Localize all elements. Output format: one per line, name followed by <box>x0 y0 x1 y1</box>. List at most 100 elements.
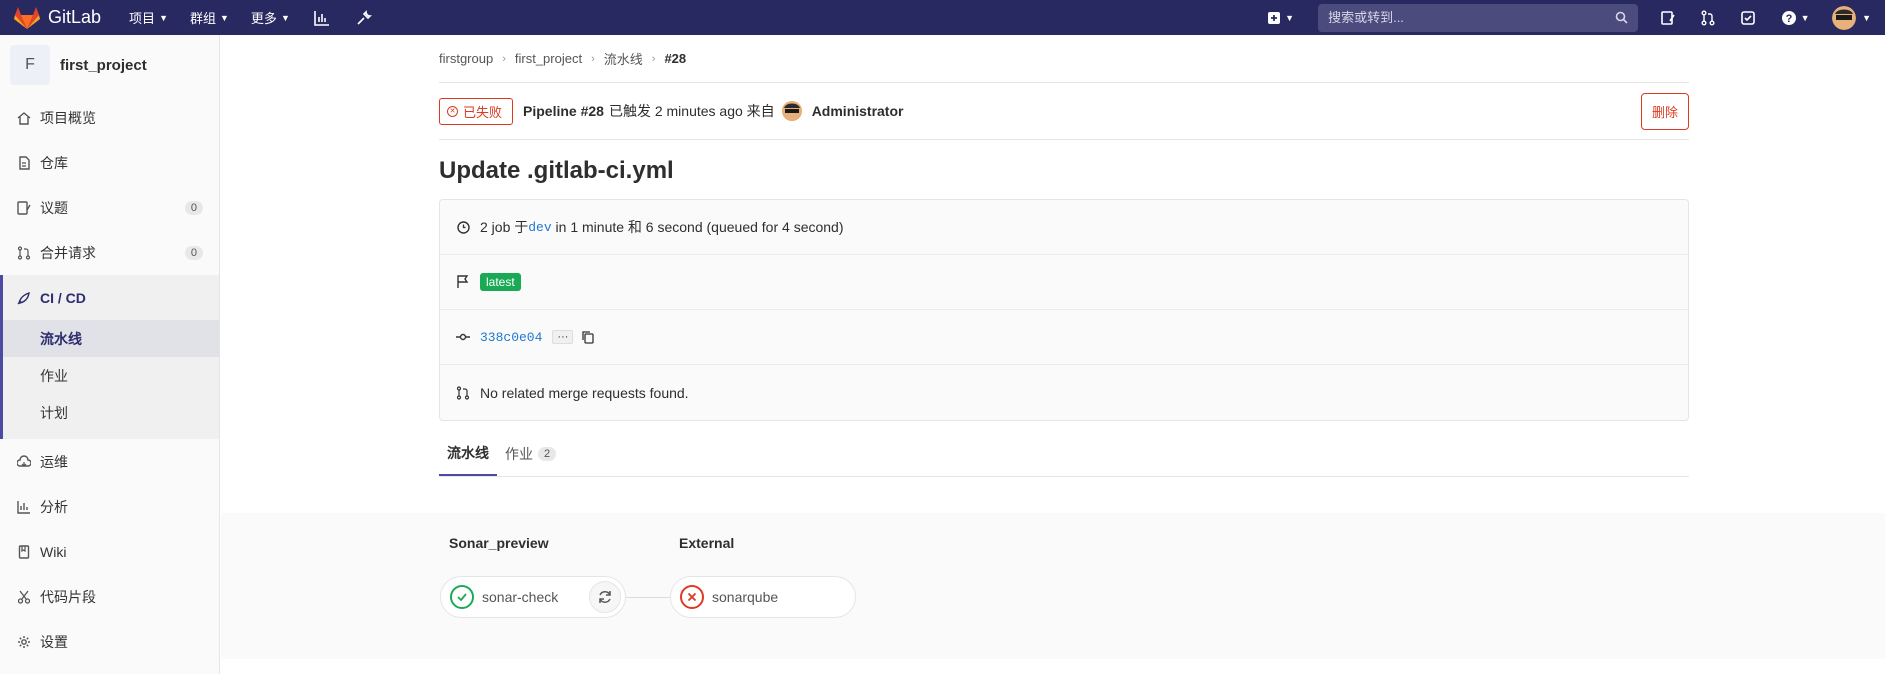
branch-link[interactable]: dev <box>528 220 551 235</box>
chevron-down-icon: ▼ <box>1800 12 1810 23</box>
pipeline-duration-row: 2 job 于 dev in 1 minute 和 6 second (queu… <box>440 200 1688 255</box>
author-name[interactable]: Administrator <box>812 103 904 119</box>
pipeline-title: Pipeline #28 <box>523 103 604 119</box>
nav-groups-label: 群组 <box>189 11 216 26</box>
status-badge[interactable]: ✕ 已失败 <box>439 97 514 125</box>
sidebar-item-label: 分析 <box>40 498 68 515</box>
chevron-right-icon: › <box>651 52 656 65</box>
pipeline-header: ✕ 已失败 Pipeline #28 已触发 2 minutes ago 来自 … <box>439 83 1689 140</box>
gear-icon <box>16 634 32 650</box>
tab-pipeline[interactable]: 流水线 <box>439 431 497 476</box>
job-sonar-check[interactable]: sonar-check <box>440 576 626 618</box>
jobs-suffix: in 1 minute 和 6 second (queued for 4 sec… <box>551 219 844 235</box>
nav-groups[interactable]: 群组 ▼ <box>190 8 229 27</box>
sidebar-subitem-schedules[interactable]: 计划 <box>3 394 219 431</box>
user-avatar[interactable] <box>1832 5 1857 30</box>
copy-icon[interactable] <box>581 330 595 344</box>
project-header[interactable]: F first_project <box>0 35 219 95</box>
commit-sha-link[interactable]: 338c0e04 <box>480 330 542 345</box>
sidebar-item-snippets[interactable]: 代码片段 <box>0 574 219 619</box>
status-label: 已失败 <box>463 104 503 120</box>
nav-more[interactable]: 更多 ▼ <box>251 8 290 27</box>
flag-icon <box>456 275 470 289</box>
pipeline-commit-row: 338c0e04 ··· <box>440 310 1688 365</box>
no-mr-text: No related merge requests found. <box>480 384 689 401</box>
tab-jobs[interactable]: 作业 2 <box>497 431 564 476</box>
sidebar-item-label: 合并请求 <box>40 244 96 261</box>
jobs-count-badge: 2 <box>538 446 557 461</box>
sidebar-item-cicd[interactable]: CI / CD <box>3 275 219 320</box>
search-box[interactable] <box>1318 3 1639 32</box>
breadcrumb-project[interactable]: first_project <box>515 51 582 66</box>
book-icon <box>16 544 32 560</box>
wrench-icon[interactable] <box>354 8 374 28</box>
chevron-right-icon: › <box>502 52 506 65</box>
sidebar-subitem-jobs[interactable]: 作业 <box>3 357 219 394</box>
sidebar-item-operations[interactable]: 运维 <box>0 439 219 484</box>
chevron-down-icon: ▼ <box>280 12 290 23</box>
chart-icon[interactable] <box>312 8 332 28</box>
brand-name: GitLab <box>48 7 102 27</box>
chart-icon <box>16 499 32 515</box>
job-name: sonarqube <box>712 589 779 605</box>
scissors-icon <box>16 589 32 605</box>
sidebar-item-label: 项目概览 <box>40 109 96 126</box>
tab-label: 作业 <box>505 445 533 462</box>
sidebar-item-overview[interactable]: 项目概览 <box>0 95 219 140</box>
doc-icon <box>16 155 32 171</box>
todo-icon[interactable] <box>1738 8 1758 28</box>
breadcrumb-current[interactable]: #28 <box>664 51 686 66</box>
delete-button[interactable]: 删除 <box>1640 92 1689 130</box>
clock-icon <box>456 220 470 234</box>
sidebar-subitem-pipelines[interactable]: 流水线 <box>3 320 219 357</box>
rocket-icon <box>16 290 32 306</box>
retry-icon <box>599 591 611 603</box>
issues-icon[interactable] <box>1658 8 1678 28</box>
commit-icon <box>456 330 470 344</box>
job-name: sonar-check <box>482 589 559 605</box>
breadcrumb-group[interactable]: firstgroup <box>439 51 493 66</box>
merge-request-icon <box>16 245 32 261</box>
nav-more-label: 更多 <box>250 11 277 26</box>
gitlab-tanuki-icon <box>14 6 40 29</box>
merge-requests-count-badge: 0 <box>184 245 203 260</box>
breadcrumb-pipelines[interactable]: 流水线 <box>604 49 643 68</box>
pipeline-graph: Sonar_preview External sonar-check sonar… <box>221 513 1885 659</box>
sidebar-item-merge-requests[interactable]: 合并请求 0 <box>0 230 219 275</box>
tab-label: 流水线 <box>447 444 489 461</box>
gitlab-logo[interactable]: GitLab <box>14 6 101 30</box>
failed-status-icon <box>680 585 704 609</box>
pipeline-mr-row: No related merge requests found. <box>440 365 1688 420</box>
job-sonarqube[interactable]: sonarqube <box>670 576 856 618</box>
sidebar-item-analytics[interactable]: 分析 <box>0 484 219 529</box>
help-icon[interactable]: ? ▼ <box>1778 8 1812 28</box>
main-content: firstgroup › first_project › 流水线 › #28 ✕… <box>221 35 1885 674</box>
sidebar-item-repository[interactable]: 仓库 <box>0 140 219 185</box>
latest-badge: latest <box>480 273 521 291</box>
chevron-down-icon: ▼ <box>1862 12 1871 23</box>
issues-icon <box>16 200 32 216</box>
failed-status-icon: ✕ <box>447 105 458 117</box>
nav-projects[interactable]: 项目 ▼ <box>129 8 168 27</box>
author-avatar[interactable] <box>781 101 802 121</box>
pipeline-tags-row: latest <box>440 255 1688 310</box>
new-dropdown-button[interactable]: ▼ <box>1267 11 1294 25</box>
project-sidebar: F first_project 项目概览 仓库 议题 0 合并请求 0 CI /… <box>0 35 220 674</box>
chevron-down-icon: ▼ <box>220 12 229 23</box>
sidebar-item-label: CI / CD <box>40 289 86 306</box>
expand-commit-message-button[interactable]: ··· <box>552 330 574 344</box>
sidebar-item-issues[interactable]: 议题 0 <box>0 185 219 230</box>
merge-request-icon[interactable] <box>1698 8 1718 28</box>
search-input[interactable] <box>1328 10 1616 25</box>
pipeline-meta: 已触发 2 minutes ago 来自 <box>608 103 775 119</box>
plus-square-icon <box>1268 11 1281 24</box>
nav-projects-label: 项目 <box>129 11 156 26</box>
stage-title-sonar-preview: Sonar_preview <box>449 535 549 551</box>
issues-count-badge: 0 <box>184 200 203 215</box>
sidebar-item-label: Wiki <box>40 543 67 560</box>
retry-button[interactable] <box>589 581 621 613</box>
jobs-prefix: 2 job 于 <box>480 219 529 235</box>
sidebar-item-settings[interactable]: 设置 <box>0 619 219 664</box>
sidebar-item-wiki[interactable]: Wiki <box>0 529 219 574</box>
home-icon <box>16 110 32 126</box>
